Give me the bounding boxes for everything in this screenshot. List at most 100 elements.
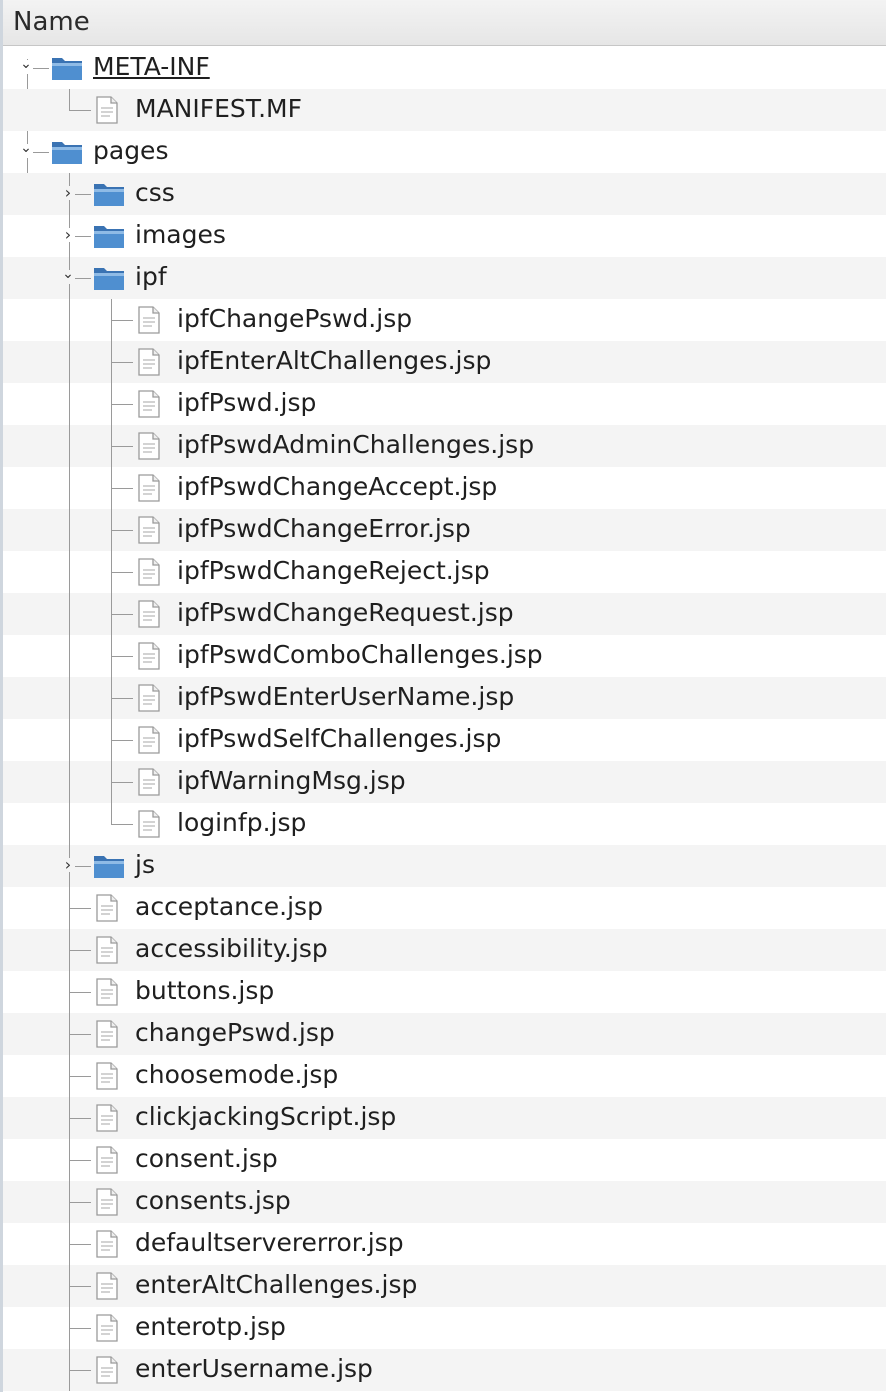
file-name: MANIFEST.MF	[135, 94, 302, 123]
file-name: changePswd.jsp	[135, 1018, 335, 1047]
file-name: ipfPswdComboChallenges.jsp	[177, 640, 543, 669]
tree-file-row[interactable]: ipfPswdSelfChallenges.jsp	[3, 719, 886, 761]
tree-folder-row[interactable]: ⌄ pages	[3, 131, 886, 173]
tree-branch-line	[69, 1244, 91, 1245]
tree-file-row[interactable]: buttons.jsp	[3, 971, 886, 1013]
file-name: consent.jsp	[135, 1144, 278, 1173]
file-icon	[93, 977, 125, 1007]
file-name: ipfPswdChangeReject.jsp	[177, 556, 490, 585]
tree-file-row[interactable]: defaultservererror.jsp	[3, 1223, 886, 1265]
file-name: choosemode.jsp	[135, 1060, 339, 1089]
folder-name: css	[135, 178, 175, 207]
tree-folder-row[interactable]: › images	[3, 215, 886, 257]
tree-file-row[interactable]: ipfPswd.jsp	[3, 383, 886, 425]
file-icon	[135, 767, 167, 797]
tree-guide-line	[69, 467, 70, 509]
tree-file-row[interactable]: enterotp.jsp	[3, 1307, 886, 1349]
expand-toggle-icon[interactable]: ›	[61, 185, 75, 201]
tree-file-row[interactable]: ipfChangePswd.jsp	[3, 299, 886, 341]
tree-file-row[interactable]: ipfPswdAdminChallenges.jsp	[3, 425, 886, 467]
file-icon	[135, 641, 167, 671]
folder-icon	[51, 138, 83, 168]
expand-toggle-icon[interactable]: ›	[61, 857, 75, 873]
file-icon	[93, 935, 125, 965]
tree-file-row[interactable]: consent.jsp	[3, 1139, 886, 1181]
collapse-toggle-icon[interactable]: ⌄	[19, 57, 33, 74]
tree-branch-line	[111, 782, 133, 783]
tree-file-row[interactable]: ipfWarningMsg.jsp	[3, 761, 886, 803]
tree-branch-line	[111, 656, 133, 657]
tree-file-row[interactable]: acceptance.jsp	[3, 887, 886, 929]
tree-file-row[interactable]: ipfEnterAltChallenges.jsp	[3, 341, 886, 383]
folder-name: META-INF	[93, 52, 210, 81]
tree-file-row[interactable]: consents.jsp	[3, 1181, 886, 1223]
file-icon	[93, 1313, 125, 1343]
file-name: ipfEnterAltChallenges.jsp	[177, 346, 492, 375]
tree-folder-row[interactable]: ⌄ ipf	[3, 257, 886, 299]
tree-branch-line	[69, 1076, 91, 1077]
folder-name: images	[135, 220, 226, 249]
tree-guide-line	[69, 383, 70, 425]
file-name: buttons.jsp	[135, 976, 275, 1005]
tree-branch-line	[111, 614, 133, 615]
tree-branch-line	[111, 404, 133, 405]
tree-file-row[interactable]: ipfPswdComboChallenges.jsp	[3, 635, 886, 677]
tree-branch-line	[69, 1286, 91, 1287]
tree-file-row[interactable]: changePswd.jsp	[3, 1013, 886, 1055]
collapse-toggle-icon[interactable]: ⌄	[19, 141, 33, 158]
tree-guide-line	[69, 551, 70, 593]
tree-branch-line	[111, 698, 133, 699]
file-name: loginfp.jsp	[177, 808, 307, 837]
tree-file-row[interactable]: choosemode.jsp	[3, 1055, 886, 1097]
tree-folder-row[interactable]: › css	[3, 173, 886, 215]
tree-branch-line	[69, 1202, 91, 1203]
file-icon	[93, 1061, 125, 1091]
file-name: clickjackingScript.jsp	[135, 1102, 397, 1131]
tree-file-row[interactable]: MANIFEST.MF	[3, 89, 886, 131]
tree-branch-line	[69, 992, 91, 993]
file-name: enterotp.jsp	[135, 1312, 286, 1341]
folder-icon	[93, 180, 125, 210]
tree-file-row[interactable]: enterUsername.jsp	[3, 1349, 886, 1391]
tree-folder-row[interactable]: ⌄ META-INF	[3, 47, 886, 89]
file-icon	[93, 1271, 125, 1301]
tree-file-row[interactable]: enterAltChallenges.jsp	[3, 1265, 886, 1307]
tree-file-row[interactable]: ipfPswdChangeAccept.jsp	[3, 467, 886, 509]
file-icon	[135, 515, 167, 545]
tree-folder-row[interactable]: › js	[3, 845, 886, 887]
tree-file-row[interactable]: ipfPswdChangeRequest.jsp	[3, 593, 886, 635]
tree-guide-line	[69, 299, 70, 341]
tree-file-row[interactable]: clickjackingScript.jsp	[3, 1097, 886, 1139]
file-name: acceptance.jsp	[135, 892, 323, 921]
tree-branch-line	[111, 572, 133, 573]
file-icon	[135, 305, 167, 335]
tree-connector-line	[69, 89, 70, 110]
file-icon	[93, 893, 125, 923]
tree-file-row[interactable]: accessibility.jsp	[3, 929, 886, 971]
tree-file-row[interactable]: ipfPswdChangeReject.jsp	[3, 551, 886, 593]
tree-guide-line	[69, 341, 70, 383]
file-icon	[135, 389, 167, 419]
file-name: ipfPswdChangeAccept.jsp	[177, 472, 498, 501]
file-icon	[135, 725, 167, 755]
tree-branch-line	[111, 446, 133, 447]
expand-toggle-icon[interactable]: ›	[61, 227, 75, 243]
collapse-toggle-icon[interactable]: ⌄	[61, 267, 75, 284]
tree-file-row[interactable]: ipfPswdEnterUserName.jsp	[3, 677, 886, 719]
file-name: defaultservererror.jsp	[135, 1228, 404, 1257]
tree-branch-line	[69, 950, 91, 951]
file-icon	[135, 809, 167, 839]
file-icon	[135, 599, 167, 629]
tree-branch-line	[111, 740, 133, 741]
name-column-header[interactable]: Name	[3, 0, 886, 46]
tree-guide-line	[69, 425, 70, 467]
file-icon	[93, 1355, 125, 1385]
tree-file-row[interactable]: loginfp.jsp	[3, 803, 886, 845]
tree-branch-line	[111, 362, 133, 363]
file-name: enterUsername.jsp	[135, 1354, 373, 1383]
tree-file-row[interactable]: ipfPswdChangeError.jsp	[3, 509, 886, 551]
file-name: ipfPswdChangeRequest.jsp	[177, 598, 514, 627]
tree-branch-line	[69, 1160, 91, 1161]
folder-name: ipf	[135, 262, 167, 291]
file-name: ipfPswdAdminChallenges.jsp	[177, 430, 535, 459]
